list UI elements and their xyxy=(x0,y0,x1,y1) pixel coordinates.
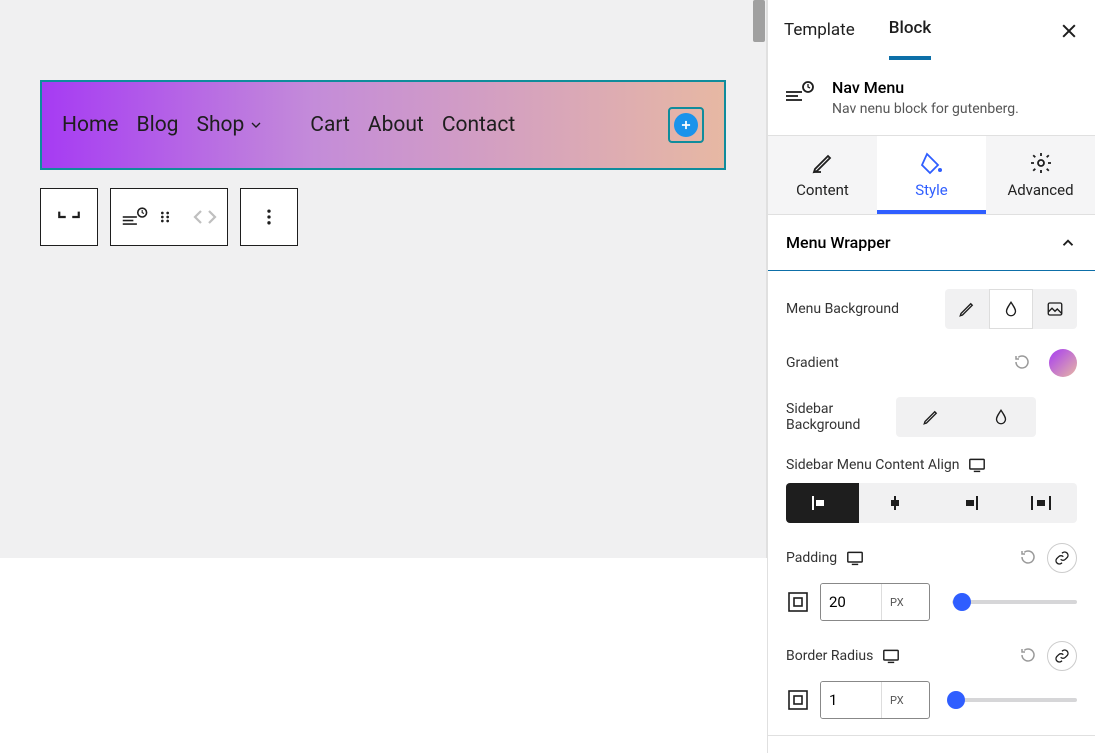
droplet-icon xyxy=(992,408,1010,426)
scrollbar-thumb[interactable] xyxy=(753,0,765,42)
padding-unit[interactable]: PX xyxy=(881,584,912,620)
subtab-advanced[interactable]: Advanced xyxy=(986,136,1095,214)
gradient-reset[interactable] xyxy=(1013,353,1033,373)
desktop-icon[interactable] xyxy=(967,457,987,473)
padding-link-sides[interactable] xyxy=(1047,543,1077,573)
editor-canvas: Home Blog Shop Cart About Contact xyxy=(0,0,767,558)
pencil-icon xyxy=(922,408,940,426)
subtab-content[interactable]: Content xyxy=(768,136,877,214)
block-toolbar xyxy=(40,188,726,246)
radius-slider[interactable] xyxy=(940,698,1077,702)
canvas-scrollbar[interactable] xyxy=(751,0,766,558)
label-sidebar-background: Sidebar Background xyxy=(786,401,886,433)
label-border-radius: Border Radius xyxy=(786,648,873,664)
nav-item-label: Shop xyxy=(196,113,244,137)
reset-icon xyxy=(1013,353,1031,371)
nav-item-about[interactable]: About xyxy=(368,113,424,137)
label-padding: Padding xyxy=(786,550,837,566)
close-icon xyxy=(1059,21,1079,41)
desktop-icon[interactable] xyxy=(881,648,901,664)
panel-menu-wrapper-toggle[interactable]: Menu Wrapper xyxy=(768,215,1095,271)
chevron-up-icon xyxy=(1059,234,1077,252)
box-model-icon xyxy=(786,590,810,614)
link-icon xyxy=(1054,648,1070,664)
align-right[interactable] xyxy=(932,483,1005,523)
desktop-icon[interactable] xyxy=(845,550,865,566)
drag-handle-icon xyxy=(157,209,173,225)
align-justify[interactable] xyxy=(1004,483,1077,523)
align-center[interactable] xyxy=(859,483,932,523)
reset-icon xyxy=(1019,646,1037,664)
toolbar-block-type[interactable] xyxy=(111,189,183,245)
nav-menu-block[interactable]: Home Blog Shop Cart About Contact xyxy=(40,80,726,170)
close-sidebar-button[interactable] xyxy=(1059,21,1079,41)
nav-item-shop[interactable]: Shop xyxy=(196,113,264,137)
padding-slider[interactable] xyxy=(940,600,1077,604)
block-description: Nav nenu block for gutenberg. xyxy=(832,101,1019,117)
label-sidebar-align: Sidebar Menu Content Align xyxy=(786,457,959,473)
nav-item-cart[interactable]: Cart xyxy=(310,113,350,137)
subtab-label: Advanced xyxy=(1007,181,1073,199)
chevron-down-icon xyxy=(248,117,264,133)
gear-icon xyxy=(1029,151,1053,175)
nav-menu-block-icon xyxy=(784,78,818,106)
sidebar-bg-classic[interactable] xyxy=(896,397,966,437)
radius-reset[interactable] xyxy=(1019,646,1039,666)
box-model-icon xyxy=(786,688,810,712)
sidebar-align-group xyxy=(786,483,1077,523)
toolbar-select-parent[interactable] xyxy=(41,189,97,245)
block-title: Nav Menu xyxy=(832,78,1019,97)
bg-type-classic[interactable] xyxy=(945,289,989,329)
gradient-swatch[interactable] xyxy=(1049,349,1077,377)
subtab-label: Style xyxy=(915,181,948,199)
label-gradient: Gradient xyxy=(786,355,1003,371)
padding-input[interactable] xyxy=(821,584,881,620)
pen-icon xyxy=(811,151,835,175)
radius-input[interactable] xyxy=(821,682,881,718)
settings-sidebar: Template Block Nav Menu Nav nenu block f… xyxy=(767,0,1095,753)
radius-link-sides[interactable] xyxy=(1047,641,1077,671)
paint-bucket-icon xyxy=(920,151,944,175)
subtab-label: Content xyxy=(796,181,849,199)
reset-icon xyxy=(1019,548,1037,566)
toolbar-more-options[interactable] xyxy=(241,189,297,245)
bg-type-image[interactable] xyxy=(1033,289,1077,329)
padding-reset[interactable] xyxy=(1019,548,1039,568)
panel-title: Menu Wrapper xyxy=(786,233,890,252)
sidebar-bg-gradient[interactable] xyxy=(966,397,1036,437)
align-left[interactable] xyxy=(786,483,859,523)
label-menu-background: Menu Background xyxy=(786,301,935,317)
pencil-icon xyxy=(958,300,976,318)
tab-block[interactable]: Block xyxy=(889,18,931,60)
add-block-button[interactable] xyxy=(668,107,704,143)
subtab-style[interactable]: Style xyxy=(877,136,986,214)
link-icon xyxy=(1054,550,1070,566)
nav-item-blog[interactable]: Blog xyxy=(137,113,179,137)
nav-item-home[interactable]: Home xyxy=(62,113,119,137)
nav-item-contact[interactable]: Contact xyxy=(442,113,515,137)
menu-bg-type-group xyxy=(945,289,1077,329)
toolbar-move[interactable] xyxy=(183,189,227,245)
image-icon xyxy=(1046,300,1064,318)
tab-template[interactable]: Template xyxy=(784,20,855,58)
droplet-icon xyxy=(1002,300,1020,318)
bg-type-gradient[interactable] xyxy=(989,289,1033,329)
plus-icon xyxy=(674,113,698,137)
kebab-icon xyxy=(259,207,279,227)
sidebar-bg-type-group xyxy=(896,397,1036,437)
radius-unit[interactable]: PX xyxy=(881,682,912,718)
